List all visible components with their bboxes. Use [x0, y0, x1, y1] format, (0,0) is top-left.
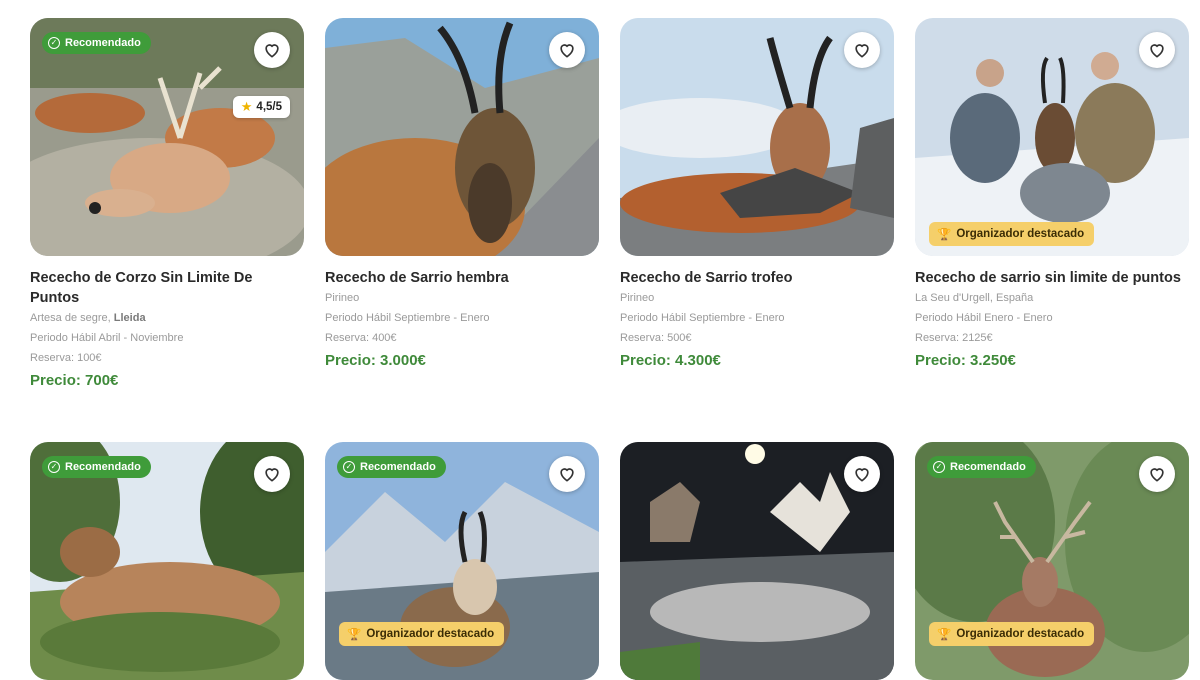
heart-outline-icon — [1150, 44, 1164, 58]
listing-photo-chamois-trophy[interactable] — [620, 18, 894, 256]
favorite-button[interactable] — [844, 32, 880, 68]
listing-photo-chamois-mountains[interactable]: ✓ Recomendado 🏆 Organizador destacado — [325, 442, 599, 680]
listing-location: Artesa de segre, Lleida — [30, 312, 146, 324]
listing-grid: ✓ Recomendado ★ 4,5/5 Rececho de Corzo S… — [30, 18, 1190, 680]
listing-price: Precio: 4.300€ — [620, 352, 721, 369]
listing-price: Precio: 700€ — [30, 372, 119, 389]
listing-card[interactable]: Rececho de Sarrio hembra Pirineo Periodo… — [325, 18, 599, 369]
listing-card[interactable]: ✓ Recomendado 🏆 Organizador destacado — [325, 442, 599, 680]
listing-title[interactable]: Rececho de Sarrio trofeo — [620, 268, 894, 288]
listing-price: Precio: 3.000€ — [325, 352, 426, 369]
listing-photo-red-deer[interactable]: ✓ Recomendado 🏆 Organizador destacado — [915, 442, 1189, 680]
listing-location: La Seu d'Urgell, España — [915, 292, 1034, 304]
heart-outline-icon — [265, 44, 279, 58]
trophy-icon: 🏆 — [937, 229, 952, 241]
check-circle-icon: ✓ — [933, 461, 945, 473]
listing-photo-hunters-chamois[interactable]: 🏆 Organizador destacado — [915, 18, 1189, 256]
recommended-badge: ✓ Recomendado — [927, 456, 1036, 478]
listing-photo-chamois-female[interactable] — [325, 18, 599, 256]
listing-card[interactable]: ✓ Recomendado 🏆 Organizador destacado — [915, 442, 1189, 680]
listing-title[interactable]: Rececho de sarrio sin limite de puntos — [915, 268, 1189, 288]
heart-outline-icon — [560, 44, 574, 58]
favorite-button[interactable] — [549, 456, 585, 492]
listing-card[interactable]: 🏆 Organizador destacado Rececho de sarri… — [915, 18, 1189, 369]
trophy-icon: 🏆 — [347, 629, 362, 641]
heart-outline-icon — [265, 468, 279, 482]
recommended-badge: ✓ Recomendado — [337, 456, 446, 478]
rating-badge: ★ 4,5/5 — [232, 96, 290, 118]
star-icon: ★ — [240, 99, 253, 114]
heart-outline-icon — [855, 44, 869, 58]
listing-photo-deer-forest[interactable]: ✓ Recomendado — [30, 442, 304, 680]
featured-organizer-badge: 🏆 Organizador destacado — [339, 622, 505, 646]
listing-reserve: Reserva: 500€ — [620, 332, 692, 344]
listing-reserve: Reserva: 2125€ — [915, 332, 993, 344]
favorite-button[interactable] — [254, 456, 290, 492]
check-circle-icon: ✓ — [48, 37, 60, 49]
listing-card[interactable]: ✓ Recomendado ★ 4,5/5 Rececho de Corzo S… — [30, 18, 304, 389]
favorite-button[interactable] — [844, 456, 880, 492]
listing-period: Periodo Hábil Enero - Enero — [915, 312, 1053, 324]
heart-outline-icon — [560, 468, 574, 482]
featured-organizer-badge: 🏆 Organizador destacado — [929, 222, 1095, 246]
listing-card[interactable] — [620, 442, 894, 680]
trophy-icon: 🏆 — [937, 629, 952, 641]
favorite-button[interactable] — [549, 32, 585, 68]
listing-title[interactable]: Rececho de Sarrio hembra — [325, 268, 599, 288]
listing-price: Precio: 3.250€ — [915, 352, 1016, 369]
listing-location: Pirineo — [325, 292, 360, 304]
favorite-button[interactable] — [254, 32, 290, 68]
listing-period: Periodo Hábil Septiembre - Enero — [325, 312, 490, 324]
listing-period: Periodo Hábil Septiembre - Enero — [620, 312, 785, 324]
check-circle-icon: ✓ — [343, 461, 355, 473]
favorite-button[interactable] — [1139, 456, 1175, 492]
heart-outline-icon — [1150, 468, 1164, 482]
featured-organizer-badge: 🏆 Organizador destacado — [929, 622, 1095, 646]
recommended-badge: ✓ Recomendado — [42, 32, 151, 54]
listing-reserve: Reserva: 100€ — [30, 352, 102, 364]
favorite-button[interactable] — [1139, 32, 1175, 68]
listing-period: Periodo Hábil Abril - Noviembre — [30, 332, 184, 344]
listing-card[interactable]: Rececho de Sarrio trofeo Pirineo Periodo… — [620, 18, 894, 369]
listing-card[interactable]: ✓ Recomendado — [30, 442, 304, 680]
check-circle-icon: ✓ — [48, 461, 60, 473]
heart-outline-icon — [855, 468, 869, 482]
listing-photo-roe-deer[interactable]: ✓ Recomendado ★ 4,5/5 — [30, 18, 304, 256]
recommended-badge: ✓ Recomendado — [42, 456, 151, 478]
listing-location: Pirineo — [620, 292, 655, 304]
listing-photo-night-trophies[interactable] — [620, 442, 894, 680]
listing-title[interactable]: Rececho de Corzo Sin Limite De Puntos — [30, 268, 304, 308]
listing-reserve: Reserva: 400€ — [325, 332, 397, 344]
